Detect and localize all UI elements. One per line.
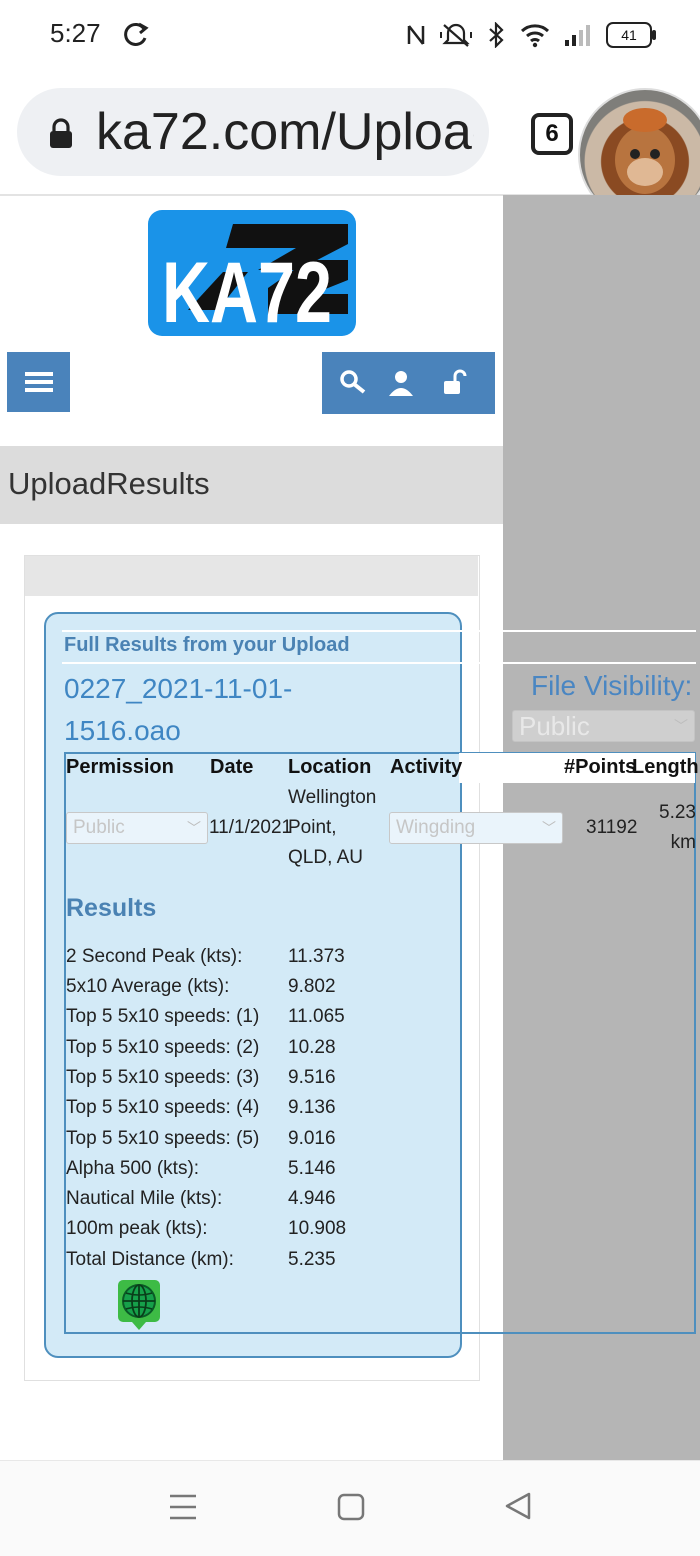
header-location: Location [288,756,372,778]
stat-label: Alpha 500 (kts): [66,1158,200,1179]
stat-label: Top 5 5x10 speeds: (1) [66,1006,260,1027]
stat-value: 5.146 [288,1158,336,1179]
file-visibility-value: Public [519,710,590,741]
url-text[interactable]: ka72.com/UploadResults [96,102,474,162]
stat-label: 2 Second Peak (kts): [66,946,243,967]
stat-value: 4.946 [288,1188,336,1209]
stat-value: 5.235 [288,1249,336,1270]
file-name: 0227_2021-11-01- 1516.oao [64,668,324,752]
location-line: QLD, AU [288,847,363,868]
activity-value: Wingding [396,817,476,838]
location-line: Wellington [288,787,377,808]
battery-level: 41 [621,27,637,43]
mute-icon [440,23,472,47]
stat-value: 10.28 [288,1037,336,1058]
length-cell: 5.23 km [656,798,696,858]
date-cell: 11/1/2021 [209,817,293,838]
file-name-line: 0227_2021-11-01- [64,673,293,704]
bluetooth-icon [489,22,504,48]
stat-value: 10.908 [288,1218,347,1239]
chevron-down-icon: ﹀ [674,718,688,734]
stat-label: Top 5 5x10 speeds: (2) [66,1037,260,1058]
activity-select[interactable]: Wingding ﹀ [389,812,563,844]
globe-icon [122,1284,156,1330]
back-icon[interactable] [502,1490,534,1522]
signal-icon [565,25,590,46]
unlock-icon[interactable] [440,368,470,398]
chevron-down-icon: ﹀ [187,820,201,836]
stat-label: Top 5 5x10 speeds: (5) [66,1128,260,1149]
divider [62,630,696,632]
lock-icon [50,118,72,148]
menu-icon [25,372,53,392]
stat-value: 9.516 [288,1067,336,1088]
site-toolbar [322,352,495,414]
wifi-icon [520,24,550,48]
header-permission: Permission [66,756,174,778]
stat-label: Top 5 5x10 speeds: (3) [66,1067,260,1088]
stat-value: 9.016 [288,1128,336,1149]
location-cell: Wellington Point, QLD, AU [288,783,376,873]
recents-icon[interactable] [168,1492,198,1522]
results-heading: Results [66,894,157,922]
stat-value: 11.065 [288,1006,345,1027]
stat-label: Total Distance (km): [66,1249,234,1270]
header-activity: Activity [390,756,463,778]
site-logo[interactable]: KA72 [148,210,356,336]
file-name-line: 1516.oao [64,715,181,746]
length-line: km [670,832,696,853]
stat-label: 100m peak (kts): [66,1218,208,1239]
page-title: UploadResults [8,466,210,501]
divider [62,662,696,664]
chevron-down-icon: ﹀ [542,820,556,836]
stat-label: Nautical Mile (kts): [66,1188,223,1209]
nfc-icon [407,25,425,45]
stat-label: Top 5 5x10 speeds: (4) [66,1097,260,1118]
file-visibility-select[interactable]: Public ﹀ [512,710,695,742]
status-time: 5:27 [50,18,101,48]
header-date: Date [210,756,254,778]
stat-label: 5x10 Average (kts): [66,976,230,997]
menu-button[interactable] [7,352,70,412]
location-line: Point, [288,817,337,838]
battery-indicator: 41 [606,22,656,48]
sync-icon [124,22,149,46]
stat-value: 9.802 [288,976,336,997]
header-points: #Points [564,756,637,778]
tab-switcher-button[interactable]: 6 [531,113,573,155]
upload-heading: Full Results from your Upload [64,634,350,656]
logo-text: KA72 [162,245,332,336]
search-icon[interactable] [338,368,368,398]
content-box-header [25,556,478,596]
permission-select[interactable]: Public ﹀ [66,812,208,844]
points-cell: 31192 [586,817,638,838]
stat-value: 9.136 [288,1097,336,1118]
status-icons: 41 [406,20,656,50]
stat-value: 11.373 [288,946,345,967]
length-line: 5.23 [659,802,696,823]
permission-value: Public [73,817,125,838]
header-length: Length [632,756,699,778]
map-button[interactable] [118,1280,160,1330]
home-icon[interactable] [336,1492,366,1522]
user-icon[interactable] [386,368,416,398]
file-visibility-label: File Visibility: [531,670,693,701]
